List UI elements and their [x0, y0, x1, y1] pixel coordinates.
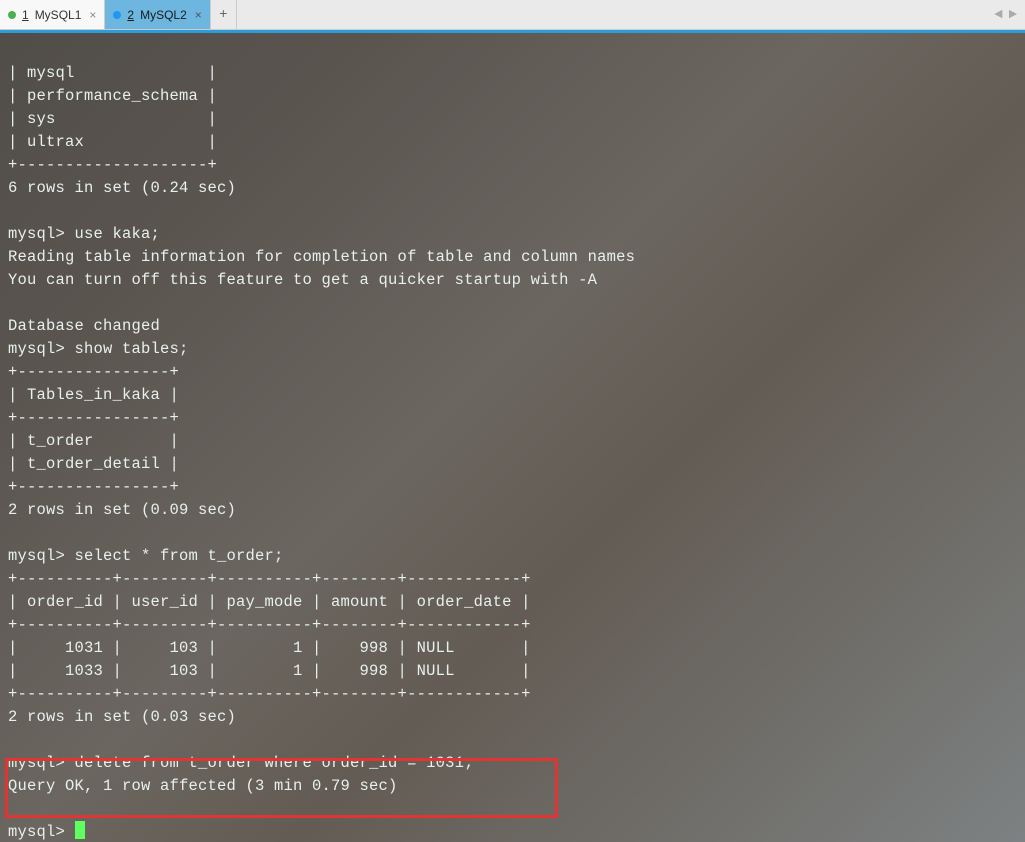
nav-next-icon[interactable]: ► — [1007, 7, 1019, 23]
delete-result: Query OK, 1 row affected (3 min 0.79 sec… — [8, 777, 398, 795]
tab-bar: 1 MySQL1 × 2 MySQL2 × + ◄ ► — [0, 0, 1025, 30]
terminal-area[interactable]: | mysql | | performance_schema | | sys |… — [0, 33, 1025, 842]
tables-border: +----------------+ — [8, 478, 179, 496]
delete-cmd: mysql> delete from t_order where order_i… — [8, 754, 474, 772]
nav-prev-icon[interactable]: ◄ — [992, 7, 1004, 23]
tables-header: | Tables_in_kaka | — [8, 386, 179, 404]
status-dot-icon — [8, 11, 16, 19]
select-cmd: mysql> select * from t_order; — [8, 547, 284, 565]
terminal-content: | mysql | | performance_schema | | sys |… — [0, 33, 1025, 842]
tab-mysql2[interactable]: 2 MySQL2 × — [105, 0, 210, 29]
tables-result: 2 rows in set (0.09 sec) — [8, 501, 236, 519]
tab-nav: ◄ ► — [992, 7, 1025, 23]
db-row: | performance_schema | — [8, 87, 217, 105]
order-border: +----------+---------+----------+-------… — [8, 616, 531, 634]
db-changed: Database changed — [8, 317, 160, 335]
order-row: | 1033 | 103 | 1 | 998 | NULL | — [8, 662, 531, 680]
add-tab-button[interactable]: + — [211, 0, 237, 29]
order-header: | order_id | user_id | pay_mode | amount… — [8, 593, 531, 611]
use-msg: You can turn off this feature to get a q… — [8, 271, 597, 289]
tab-label: MySQL2 — [140, 8, 187, 22]
db-row: | ultrax | — [8, 133, 217, 151]
db-border: +--------------------+ — [8, 156, 217, 174]
prompt: mysql> — [8, 823, 75, 841]
tab-index: 2 — [127, 8, 134, 22]
db-result: 6 rows in set (0.24 sec) — [8, 179, 236, 197]
order-result: 2 rows in set (0.03 sec) — [8, 708, 236, 726]
status-dot-icon — [113, 11, 121, 19]
order-border: +----------+---------+----------+-------… — [8, 570, 531, 588]
db-row: | sys | — [8, 110, 217, 128]
tables-row: | t_order_detail | — [8, 455, 179, 473]
close-icon[interactable]: × — [89, 8, 96, 22]
tables-row: | t_order | — [8, 432, 179, 450]
tables-border: +----------------+ — [8, 363, 179, 381]
use-msg: Reading table information for completion… — [8, 248, 635, 266]
order-row: | 1031 | 103 | 1 | 998 | NULL | — [8, 639, 531, 657]
tab-mysql1[interactable]: 1 MySQL1 × — [0, 0, 105, 29]
close-icon[interactable]: × — [195, 8, 202, 22]
tab-label: MySQL1 — [35, 8, 82, 22]
use-cmd: mysql> use kaka; — [8, 225, 160, 243]
show-tables-cmd: mysql> show tables; — [8, 340, 189, 358]
order-border: +----------+---------+----------+-------… — [8, 685, 531, 703]
db-row: | mysql | — [8, 64, 217, 82]
cursor-icon — [75, 821, 85, 839]
tab-index: 1 — [22, 8, 29, 22]
tables-border: +----------------+ — [8, 409, 179, 427]
